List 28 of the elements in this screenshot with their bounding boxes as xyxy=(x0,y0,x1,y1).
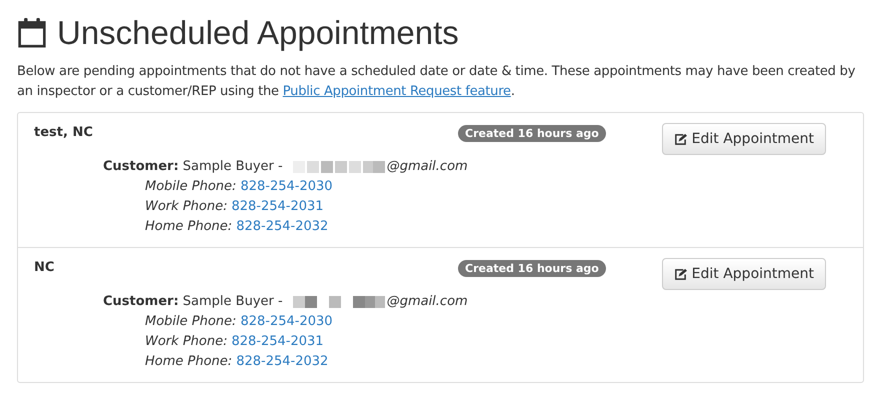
phone-link[interactable]: 828-254-2030 xyxy=(240,312,333,332)
email-text: @gmail.com xyxy=(386,158,468,176)
phone-label: Home Phone: xyxy=(145,353,232,371)
phone-link[interactable]: 828-254-2031 xyxy=(231,332,324,352)
page-title: Unscheduled Appointments xyxy=(57,14,459,52)
phone-label: Work Phone: xyxy=(145,333,228,351)
feature-link[interactable]: Public Appointment Request feature xyxy=(282,84,511,99)
phone-link[interactable]: 828-254-2032 xyxy=(236,352,328,372)
edit-icon xyxy=(674,268,687,280)
phone-label: Mobile Phone: xyxy=(145,178,236,196)
edit-icon xyxy=(674,132,687,146)
phone-link[interactable]: 828-254-2032 xyxy=(236,217,328,237)
intro-paragraph: Below are pending appointments that do not have a scheduled date or date & time. These appointments may have been created by an inspector or a customer/REP using the Public Appointment Request feature. xyxy=(17,63,856,101)
phone-link[interactable]: 828-254-2031 xyxy=(231,197,324,217)
customer-text: Customer: Sample Buyer - xyxy=(103,293,283,311)
created-badge: Created 16 hours ago xyxy=(458,125,606,142)
edit-appointment-button[interactable]: Edit Appointment xyxy=(662,123,826,155)
phone-label: Mobile Phone: xyxy=(145,313,236,331)
phone-link[interactable]: 828-254-2030 xyxy=(240,177,333,197)
appointment-name: NC xyxy=(34,260,56,275)
phone-label: Work Phone: xyxy=(145,198,228,216)
calendar-icon xyxy=(17,17,47,49)
edit-appointment-button[interactable]: Edit Appointment xyxy=(662,258,826,290)
created-badge: Created 16 hours ago xyxy=(458,260,606,277)
appointment-name: test, NC xyxy=(34,125,94,140)
email-text: @gmail.com xyxy=(386,293,468,311)
phone-label: Home Phone: xyxy=(145,218,232,236)
customer-text: Customer: Sample Buyer - xyxy=(103,158,283,176)
